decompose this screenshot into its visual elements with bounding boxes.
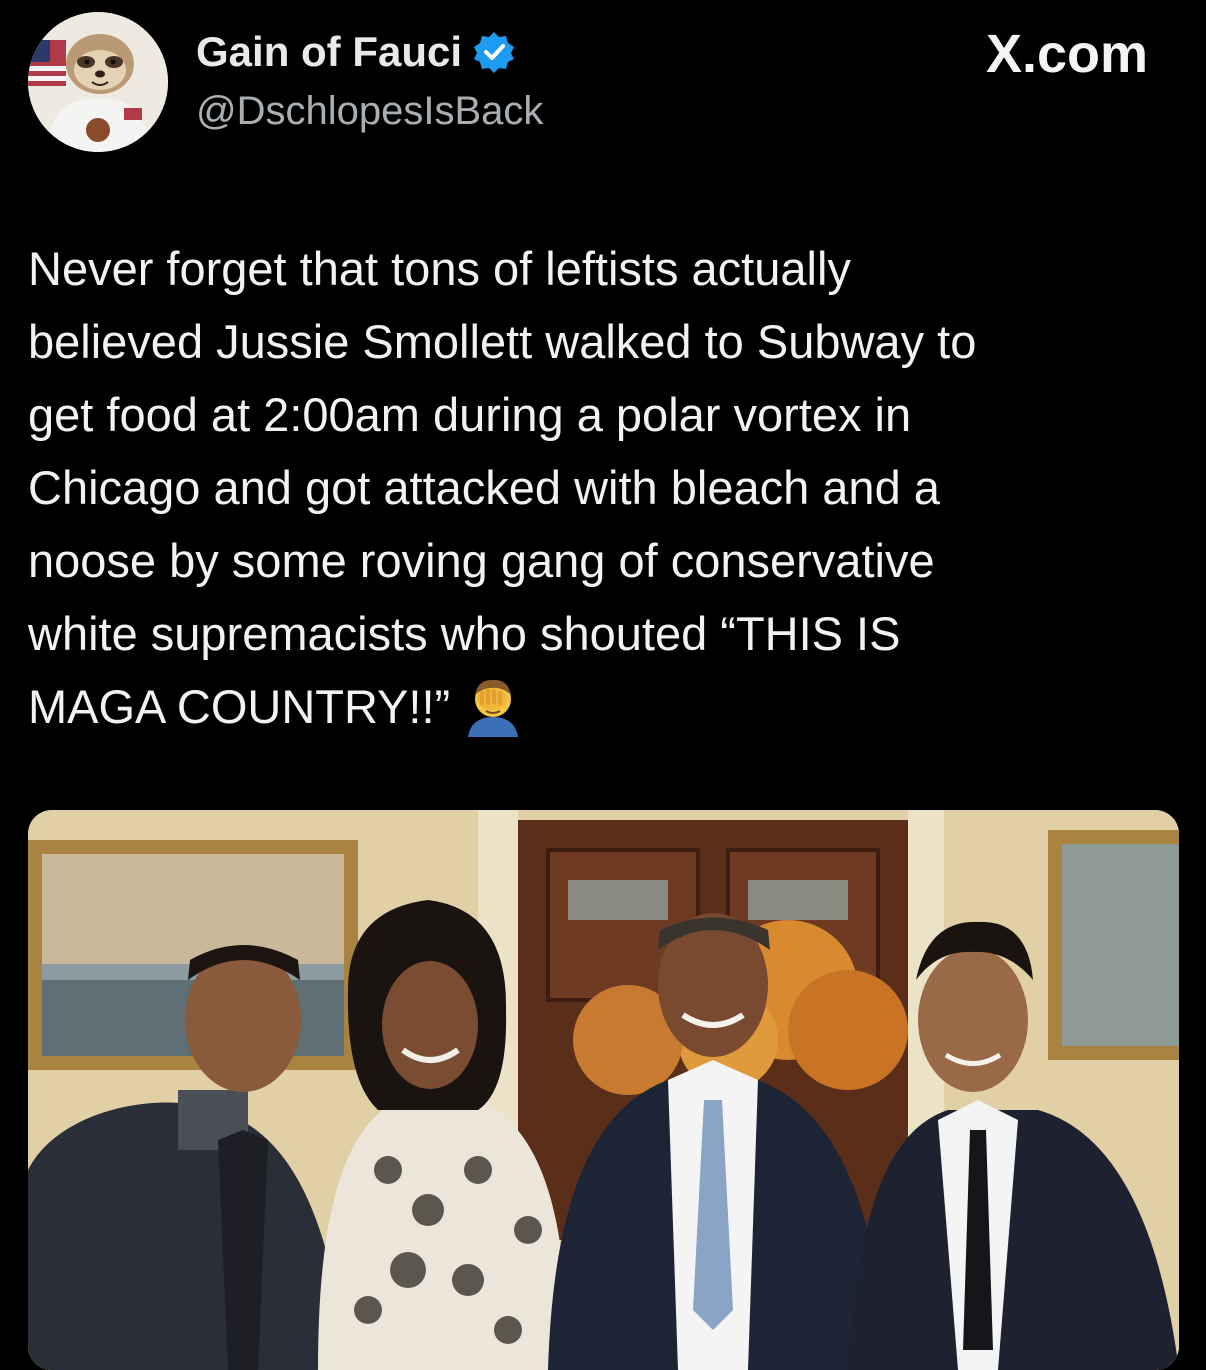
tweet-text: Never forget that tons of leftists actua… xyxy=(28,232,1178,743)
author-handle[interactable]: @DschlopesIsBack xyxy=(196,86,543,136)
tweet-body: Never forget that tons of leftists actua… xyxy=(28,242,977,733)
author-avatar[interactable] xyxy=(28,12,168,152)
tweet-media-photo[interactable] xyxy=(28,810,1179,1370)
facepalm-emoji xyxy=(462,675,524,737)
verified-badge-icon xyxy=(472,30,516,74)
x-com-watermark: X.com xyxy=(985,24,1148,84)
author-display-name[interactable]: Gain of Fauci xyxy=(196,26,516,78)
display-name-text: Gain of Fauci xyxy=(196,28,463,75)
sloth-astronaut-avatar-icon xyxy=(28,12,168,152)
group-photo-image xyxy=(28,810,1179,1370)
